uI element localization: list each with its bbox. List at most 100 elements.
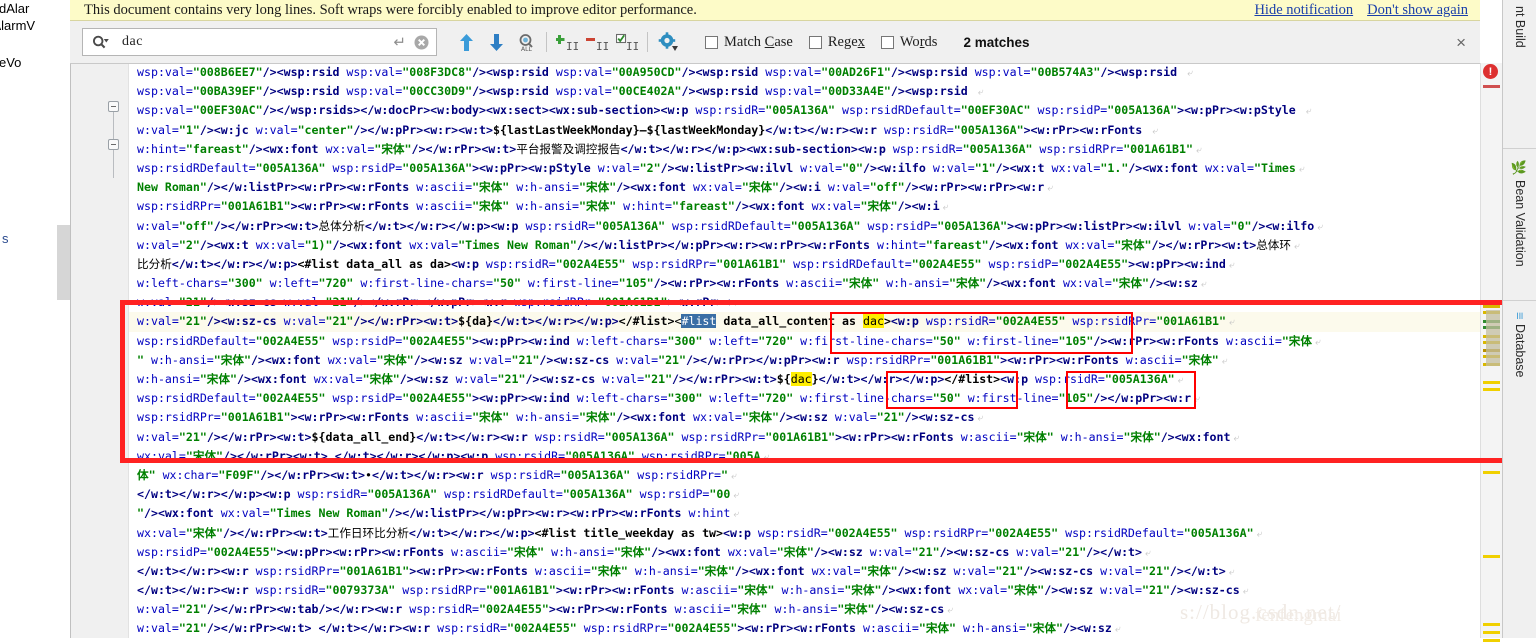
code-token: "宋体": [730, 602, 768, 617]
code-line[interactable]: ⤶ wsp:rsidP="002A4E55"><w:pPr><w:rPr><w:r…: [129, 543, 1480, 562]
tool-window-database[interactable]: ≡ Database: [1503, 312, 1536, 377]
code-token: ><w:rPr><: [667, 295, 731, 310]
editor-code-area[interactable]: ⤶wsp:val="008B6EE7"/><wsp:rsid wsp:val="…: [129, 63, 1480, 638]
code-line[interactable]: ⤶ w:val="21"/></w:rPr><w:t> </w:t></w:r><…: [129, 619, 1480, 638]
panel-scrollbar[interactable]: [57, 225, 70, 300]
code-line[interactable]: ⤶ wx:val="宋体"/></w:rPr><w:t> </w:t></w:r>…: [129, 447, 1480, 466]
code-token: /><w:sz-cs: [206, 314, 284, 329]
code-token: ><w:pPr><w:ind: [1128, 256, 1226, 271]
match-case-checkbox[interactable]: Match Case: [705, 34, 793, 51]
find-all-icon[interactable]: ALL: [511, 27, 541, 57]
words-checkbox[interactable]: Words: [880, 34, 937, 51]
project-tree-panel[interactable]: potidAlar onAlarmV plateVo s: [0, 0, 71, 638]
clear-icon[interactable]: [414, 35, 429, 50]
code-line[interactable]: ⤶wsp:val="00EF30AC"/></wsp:rsids></w:doc…: [129, 101, 1480, 120]
code-line[interactable]: ⤶ w:hint="fareast"/><wx:font wx:val="宋体"/…: [129, 140, 1480, 159]
code-token: wx:char=: [162, 467, 219, 482]
code-token: w:val=: [137, 122, 179, 137]
code-token: w:val=: [137, 237, 179, 252]
code-line[interactable]: ⤶ New Roman"/></w:listPr><w:rPr><w:rFonts…: [129, 178, 1480, 197]
code-line[interactable]: ⤶ w:val="21"/></w:rPr><w:t>${data_all_end…: [129, 428, 1480, 447]
code-line[interactable]: ⤶ </w:t></w:r><w:r wsp:rsidR="0079373A" w…: [129, 581, 1480, 600]
scrollbar-thumb[interactable]: [1486, 310, 1500, 366]
search-input[interactable]: dac ↵: [82, 28, 437, 56]
code-line[interactable]: ⤶ </w:t></w:r><w:r wsp:rsidRPr="001A61B1"…: [129, 562, 1480, 581]
code-token: wsp:rsidR=: [525, 218, 596, 233]
code-line[interactable]: ⤶wsp:val="00BA39EF"/><wsp:rsid wsp:val="…: [129, 82, 1480, 101]
wrap-continuation-icon: ⤶: [1293, 240, 1300, 252]
editor-gutter[interactable]: [70, 63, 129, 638]
scrollbar-match-marker[interactable]: [1483, 85, 1500, 88]
code-line[interactable]: ⤶ 比分析</w:t></w:r></w:p><#list data_all as…: [129, 255, 1480, 274]
search-input-value[interactable]: dac: [122, 34, 393, 50]
code-token: w:h-ansi=: [544, 544, 614, 559]
code-line[interactable]: ⤶w:val="off"/></w:rPr><w:t>总体分析</w:t></w…: [129, 217, 1480, 236]
regex-checkbox[interactable]: Regex: [808, 34, 865, 51]
remove-occurrence-icon[interactable]: II: [582, 27, 612, 57]
scrollbar-match-marker[interactable]: [1483, 623, 1500, 626]
code-token: "005A136A": [790, 218, 861, 233]
code-editor[interactable]: ⤶wsp:val="008B6EE7"/><wsp:rsid wsp:val="…: [70, 63, 1480, 638]
code-token: w:val=: [869, 544, 912, 559]
scrollbar-match-marker[interactable]: [1483, 305, 1500, 308]
arrow-down-icon[interactable]: [481, 27, 511, 57]
fold-collapse-icon[interactable]: [108, 101, 119, 112]
dont-show-again-link[interactable]: Don't show again: [1367, 2, 1468, 19]
code-line[interactable]: ⤶wsp:rsidRDefault="005A136A" wsp:rsidP="…: [129, 159, 1480, 178]
checkbox-box[interactable]: [705, 35, 718, 49]
tree-item[interactable]: potidAlar: [0, 0, 70, 17]
checkbox-box[interactable]: [808, 35, 822, 49]
wrap-continuation-icon: ⤶: [1305, 106, 1312, 118]
code-token: wx:val=: [1065, 237, 1115, 252]
code-token: "21": [511, 352, 540, 367]
code-line[interactable]: ⤶ w:val="2"/><wx:t wx:val="1)"/><wx:font…: [129, 236, 1480, 255]
code-line[interactable]: ⤶wsp:val="008B6EE7"/><wsp:rsid wsp:val="…: [129, 63, 1480, 82]
tree-item[interactable]: onAlarmV: [0, 17, 70, 34]
code-token: "宋体": [362, 372, 400, 386]
code-token: "005A: [725, 448, 761, 463]
code-line[interactable]: ⤶w:val="21"/><w:sz-cs w:val="21"/></w:rP…: [129, 293, 1480, 312]
search-icon[interactable]: [92, 34, 110, 50]
code-token: "1.": [1100, 160, 1129, 175]
error-badge-icon[interactable]: !: [1483, 64, 1498, 79]
scrollbar-match-marker[interactable]: [1483, 631, 1500, 634]
code-line[interactable]: ⤶w:h-ansi="宋体"/><wx:font wx:val="宋体"/><w…: [129, 370, 1480, 389]
code-line[interactable]: ⤶w:val="21"/></w:rPr><w:tab/></w:r><w:r …: [129, 600, 1480, 619]
scrollbar-match-marker[interactable]: [1483, 555, 1500, 558]
scrollbar-match-marker[interactable]: [1483, 471, 1500, 474]
code-line[interactable]: ⤶ wsp:rsidRPr="001A61B1"><w:rPr><w:rFonts…: [129, 408, 1480, 427]
code-line[interactable]: ⤶ 体" wx:char="F09F"/></w:rPr><w:t>•</w:t>…: [129, 466, 1480, 485]
code-line[interactable]: ⤶ w:left-chars="300" w:left="720" w:first…: [129, 274, 1480, 293]
fold-collapse-icon[interactable]: [108, 139, 119, 150]
code-token: "005A136A": [1107, 103, 1178, 118]
code-line[interactable]: ⤶ wx:val="宋体"/></w:rPr><w:t>工作日环比分析</w:t>…: [129, 524, 1480, 543]
code-token: w:h-ansi=: [509, 199, 580, 214]
code-token: "00EF30AC": [192, 103, 263, 118]
code-token: </w:t></w:r></w:p><wx:sub-section><w:p: [620, 141, 893, 156]
scrollbar-match-marker[interactable]: [1483, 388, 1500, 391]
tool-window-ant-build[interactable]: nt Build: [1503, 6, 1536, 48]
code-token: "001A61B1": [597, 295, 668, 310]
code-token: /><w:ilfo: [863, 160, 933, 175]
add-occurrence-icon[interactable]: II: [552, 27, 582, 57]
tool-window-bean-validation[interactable]: 🌿 Bean Validation: [1503, 160, 1536, 267]
code-token: "0": [842, 160, 864, 175]
code-line[interactable]: ⤶" w:h-ansi="宋体"/><wx:font wx:val="宋体"/>…: [129, 351, 1480, 370]
hide-notification-link[interactable]: Hide notification: [1254, 2, 1353, 19]
code-token: "宋体": [860, 199, 898, 214]
code-line[interactable]: ⤶ wsp:rsidRPr="001A61B1"><w:rPr><w:rFonts…: [129, 197, 1480, 216]
scrollbar-match-marker[interactable]: [1483, 381, 1500, 384]
code-line[interactable]: ⤶wsp:rsidRDefault="002A4E55" wsp:rsidP="…: [129, 332, 1480, 351]
code-line[interactable]: ⤶ "/><wx:font wx:val="Times New Roman"/><…: [129, 504, 1480, 523]
tree-item[interactable]: plateVo: [0, 54, 70, 71]
arrow-up-icon[interactable]: [451, 27, 481, 57]
code-line[interactable]: ⤶</w:t></w:r></w:p><w:p wsp:rsidR="005A1…: [129, 485, 1480, 504]
code-line[interactable]: ⤶wsp:rsidRDefault="002A4E55" wsp:rsidP="…: [129, 389, 1480, 408]
code-line[interactable]: ⤶w:val="1"/><w:jc w:val="center"/></w:pP…: [129, 121, 1480, 140]
code-line[interactable]: ⤶w:val="21"/><w:sz-cs w:val="21"/></w:rP…: [129, 312, 1480, 332]
code-token: "宋体": [613, 544, 652, 559]
checkbox-box[interactable]: [880, 35, 894, 49]
select-all-occurrences-icon[interactable]: II: [612, 27, 642, 57]
gear-icon[interactable]: [653, 27, 683, 57]
close-icon[interactable]: ×: [1456, 34, 1466, 51]
